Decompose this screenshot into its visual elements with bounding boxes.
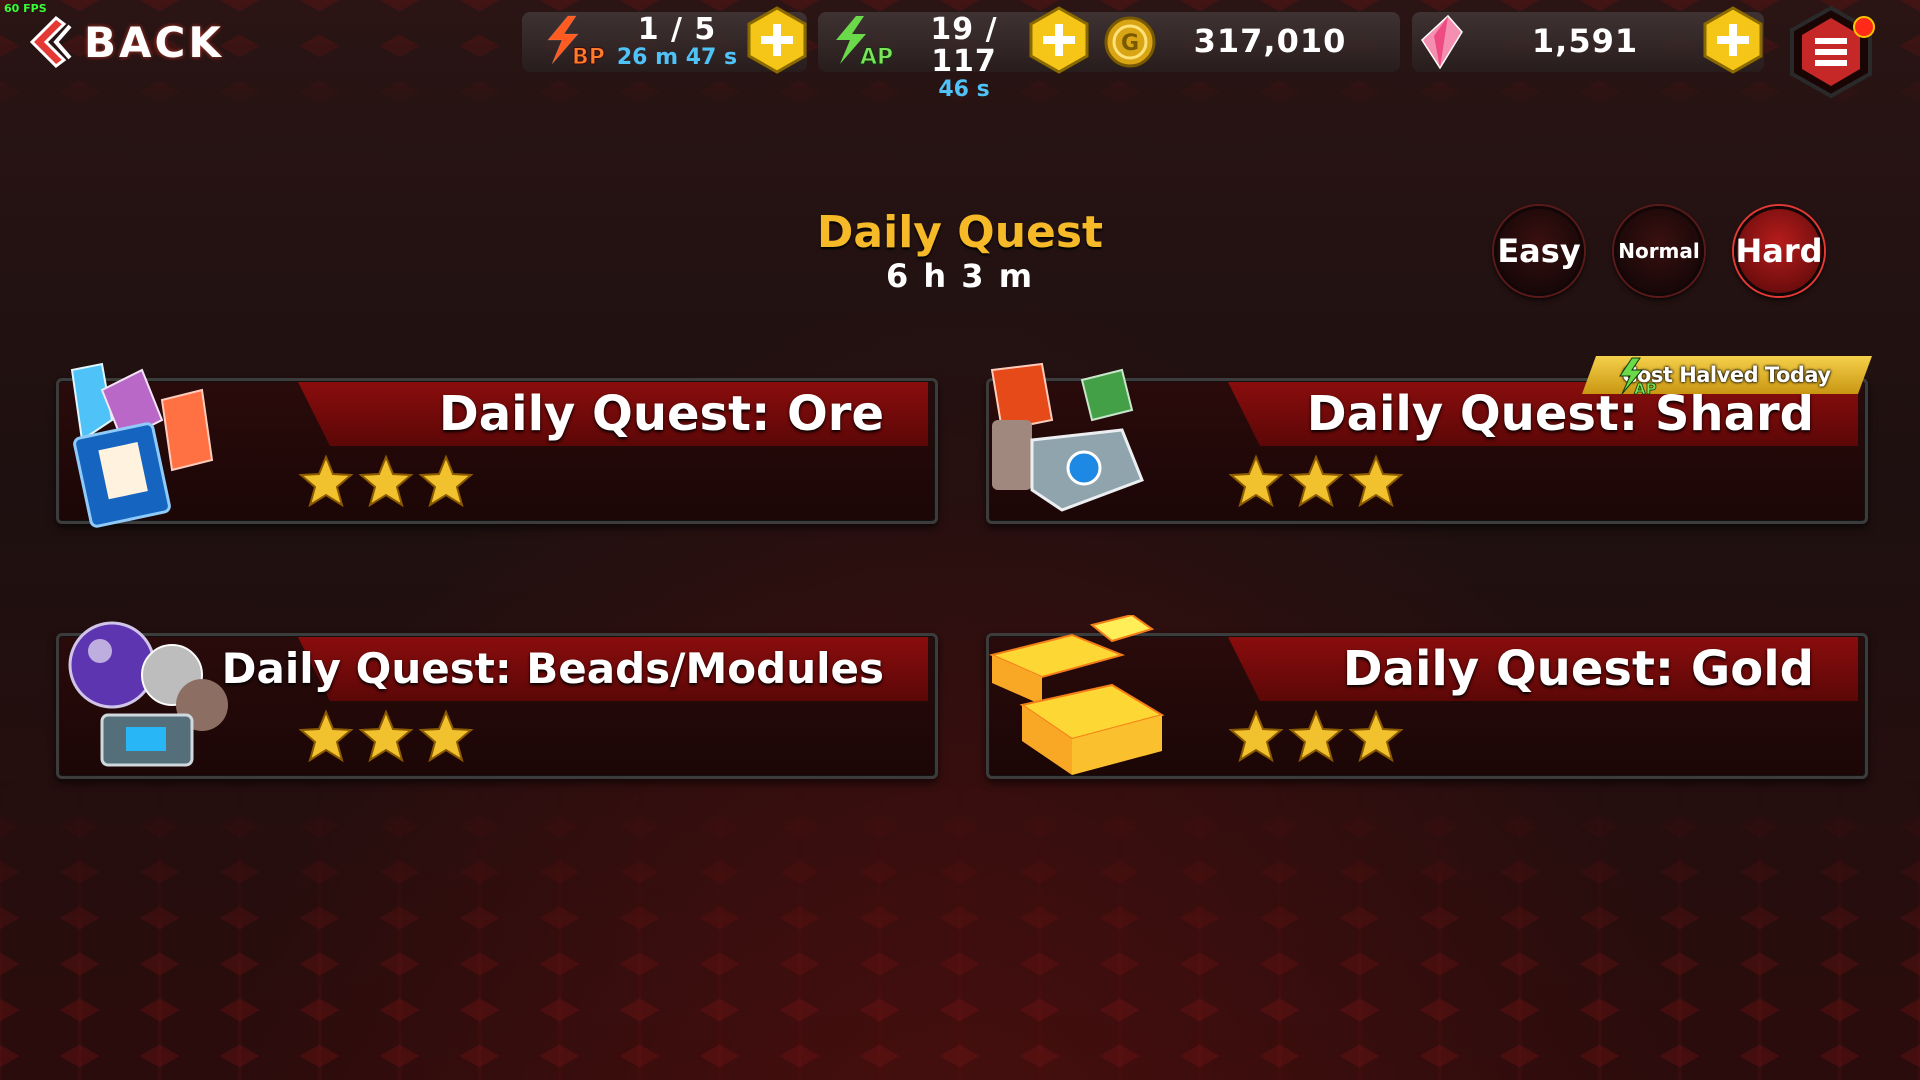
star-icon [298,709,354,763]
bp-lightning-icon: BP [546,15,605,70]
difficulty-easy-button[interactable]: Easy [1494,206,1584,296]
quest-name: Daily Quest: Beads/Modules [221,644,884,693]
quest-name: Daily Quest: Gold [1342,641,1814,697]
quest-star-rating [1228,709,1404,765]
star-icon [358,454,414,508]
quest-card-beads-modules[interactable]: Daily Quest: Beads/Modules [56,621,938,779]
star-icon [1288,709,1344,763]
gem-amount: 1,591 [1531,22,1639,60]
star-icon [1348,709,1404,763]
beads-modules-icon [68,621,228,767]
ap-counter: 19 / 117 46 s [896,14,1032,102]
quest-star-rating [1228,454,1404,510]
page-title: Daily Quest [816,207,1104,258]
gold-bars-icon [988,615,1165,775]
quest-card-gold[interactable]: Daily Quest: Gold [986,615,1868,779]
page-header: Daily Quest 6 h 3 m [760,207,1160,295]
difficulty-normal-label: Normal [1618,239,1700,263]
quest-star-rating [298,709,474,765]
svg-text:AP: AP [860,45,893,70]
plus-icon [747,6,807,74]
svg-text:G: G [1121,31,1139,56]
quest-card-shard[interactable]: Daily Quest: Shard [986,362,1868,524]
star-icon [1228,454,1284,508]
back-chevron-icon [29,16,72,68]
ap-lightning-icon: AP [836,16,894,70]
gem-plus-button[interactable] [1702,6,1764,74]
plus-icon [1703,6,1763,74]
reset-timer: 6 h 3 m [885,257,1035,295]
star-icon [418,709,474,763]
ap-plus-button[interactable] [1028,6,1090,74]
bp-timer: 26 m 47 s [616,45,738,70]
plus-icon [1029,6,1089,74]
quest-star-rating [298,454,474,510]
star-icon [358,709,414,763]
difficulty-hard-label: Hard [1735,232,1823,270]
background-pattern-floor [0,780,1920,1080]
back-button[interactable]: BACK [26,14,224,70]
svg-text:BP: BP [572,45,605,70]
star-icon [1348,454,1404,508]
svg-text:AP: AP [1634,380,1657,396]
gold-amount: 317,010 [1193,22,1347,60]
bp-counter: 1 / 5 26 m 47 s [612,14,742,70]
star-icon [298,454,354,508]
pink-crystal-icon [1421,14,1463,70]
shard-chest-icon [990,362,1144,512]
bp-value: 1 / 5 [637,12,717,47]
quest-name: Daily Quest: Ore [438,386,884,442]
ore-crystals-icon [70,362,214,528]
gold-coin-icon: G [1104,16,1156,68]
difficulty-easy-label: Easy [1497,232,1581,270]
ap-value: 19 / 117 [930,12,998,79]
star-icon [1228,709,1284,763]
ap-timer: 46 s [938,77,990,102]
back-label: BACK [84,17,224,67]
difficulty-normal-button[interactable]: Normal [1614,206,1704,296]
ap-lightning-icon: AP [1619,357,1657,396]
notification-dot [1853,16,1875,38]
bp-plus-button[interactable] [746,6,808,74]
star-icon [418,454,474,508]
difficulty-hard-button[interactable]: Hard [1734,206,1824,296]
star-icon [1288,454,1344,508]
quest-card-ore[interactable]: Daily Quest: Ore [56,362,938,528]
